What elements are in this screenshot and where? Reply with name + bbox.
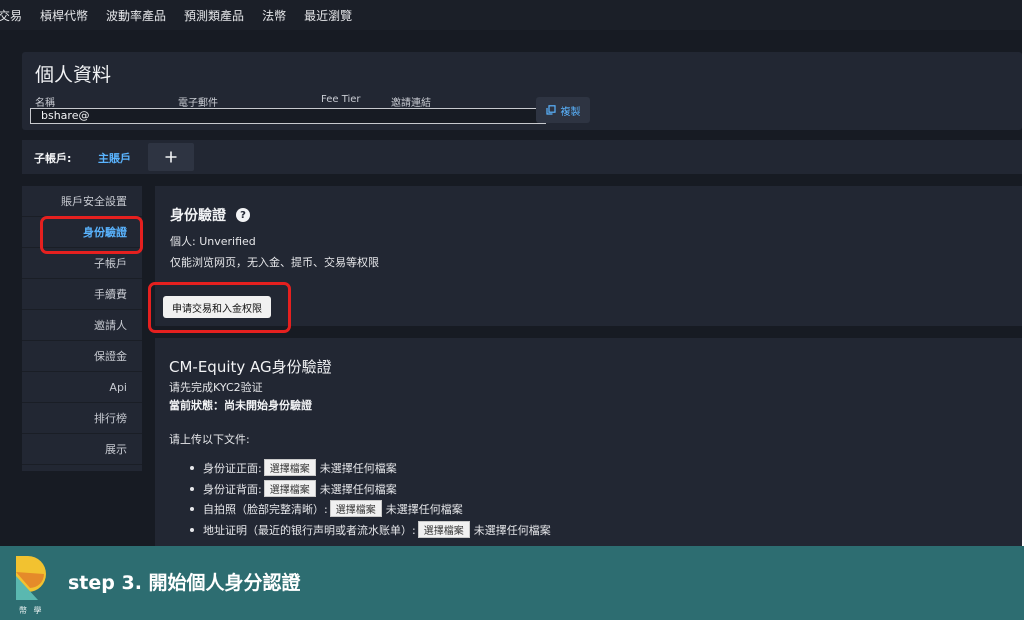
copy-button[interactable]: 複製 [536,97,590,123]
nav-item-prediction[interactable]: 預測類產品 [184,7,244,24]
bullet-icon [190,486,194,491]
sidebar-item-margin[interactable]: 保證金 [22,341,142,372]
no-file-text: 未選擇任何檔案 [473,523,551,537]
bullet-icon [190,527,194,532]
identity-title: 身份驗證 [170,208,226,224]
subaccount-bar: 子帳戶: 主賬戶 [22,140,1022,174]
email-label: 電子郵件 [178,98,218,109]
no-file-text: 未選擇任何檔案 [319,461,397,475]
subaccount-label: 子帳戶: [34,152,72,165]
main-account-link[interactable]: 主賬戶 [98,150,131,166]
invite-link-label: 邀請連結 [391,98,431,109]
list-item: 地址证明（最近的银行声明或者流水账单）: 選擇檔案 未選擇任何檔案 [190,521,551,538]
highlight-frame-identity [40,216,143,254]
list-item: 自拍照（脸部完整清晰）: 選擇檔案 未選擇任何檔案 [190,500,463,517]
brand-name: 幣 學 [19,606,44,615]
no-file-text: 未選擇任何檔案 [319,482,397,496]
verification-level: 個人: Unverified [170,235,256,248]
choose-file-button[interactable]: 選擇檔案 [417,521,470,538]
fee-tier-label: Fee Tier [321,94,361,105]
sidebar-item-leaderboard[interactable]: 排行榜 [22,403,142,434]
plus-icon [165,151,177,163]
sidebar-item-api[interactable]: Api [22,372,142,403]
cm-title: CM-Equity AG身份驗證 [169,358,332,376]
choose-file-button[interactable]: 選擇檔案 [263,480,316,497]
sidebar-item-security[interactable]: 賬戶安全設置 [22,186,142,217]
copy-icon [545,105,556,115]
doc-label: 自拍照（脸部完整清晰）: [203,502,328,516]
nav-item-fiat[interactable]: 法幣 [262,7,286,24]
bullet-icon [190,465,194,470]
name-label: 名稱 [35,98,55,109]
list-item: 身份证背面: 選擇檔案 未選擇任何檔案 [190,480,397,497]
bullet-icon [190,506,194,511]
verification-status: 當前狀態：尚未開始身份驗證 [169,399,312,412]
add-subaccount-button[interactable] [148,143,194,171]
app-window: 交易 槓桿代幣 波動率產品 預測類產品 法幣 最近瀏覽 個人資料 名稱 電子郵件… [0,0,1024,546]
highlight-frame-apply [148,282,291,333]
cm-equity-panel: CM-Equity AG身份驗證 请先完成KYC2验证 當前狀態：尚未開始身份驗… [155,338,1022,546]
nav-item-volatility[interactable]: 波動率產品 [106,7,166,24]
sidebar-item-display[interactable]: 展示 [22,434,142,465]
sidebar-item-fees[interactable]: 手續費 [22,279,142,310]
profile-panel: 個人資料 名稱 電子郵件 Fee Tier 邀請連結 bshare@ 複製 [22,52,1022,130]
name-field[interactable]: bshare@ [30,108,546,124]
no-file-text: 未選擇任何檔案 [385,502,463,516]
copy-label: 複製 [560,106,581,118]
brand-logo-icon [16,556,46,600]
doc-label: 地址证明（最近的银行声明或者流水账单）: [203,523,416,537]
tutorial-banner: 幣 學 step 3. 開始個人身分認證 [0,546,1024,620]
nav-item-leveraged-tokens[interactable]: 槓桿代幣 [40,7,88,24]
nav-item-trade[interactable]: 交易 [0,7,22,24]
page-title: 個人資料 [35,64,112,86]
doc-label: 身份证背面: [203,482,262,496]
doc-label: 身份证正面: [203,461,262,475]
kyc-instruction: 请先完成KYC2验证 [169,381,263,394]
choose-file-button[interactable]: 選擇檔案 [263,459,316,476]
top-navigation: 交易 槓桿代幣 波動率產品 預測類產品 法幣 最近瀏覽 [0,0,1022,30]
identity-heading: 身份驗證 ? [170,205,250,225]
step-caption: step 3. 開始個人身分認證 [68,572,301,594]
list-item: 身份证正面: 選擇檔案 未選擇任何檔案 [190,459,397,476]
nav-item-recent[interactable]: 最近瀏覽 [304,7,352,24]
choose-file-button[interactable]: 選擇檔案 [329,500,382,517]
permission-note: 仅能浏览网页，无入金、提币、交易等权限 [170,256,379,269]
help-icon[interactable]: ? [236,208,250,222]
upload-title: 请上传以下文件: [169,433,250,446]
sidebar-item-referrer[interactable]: 邀請人 [22,310,142,341]
